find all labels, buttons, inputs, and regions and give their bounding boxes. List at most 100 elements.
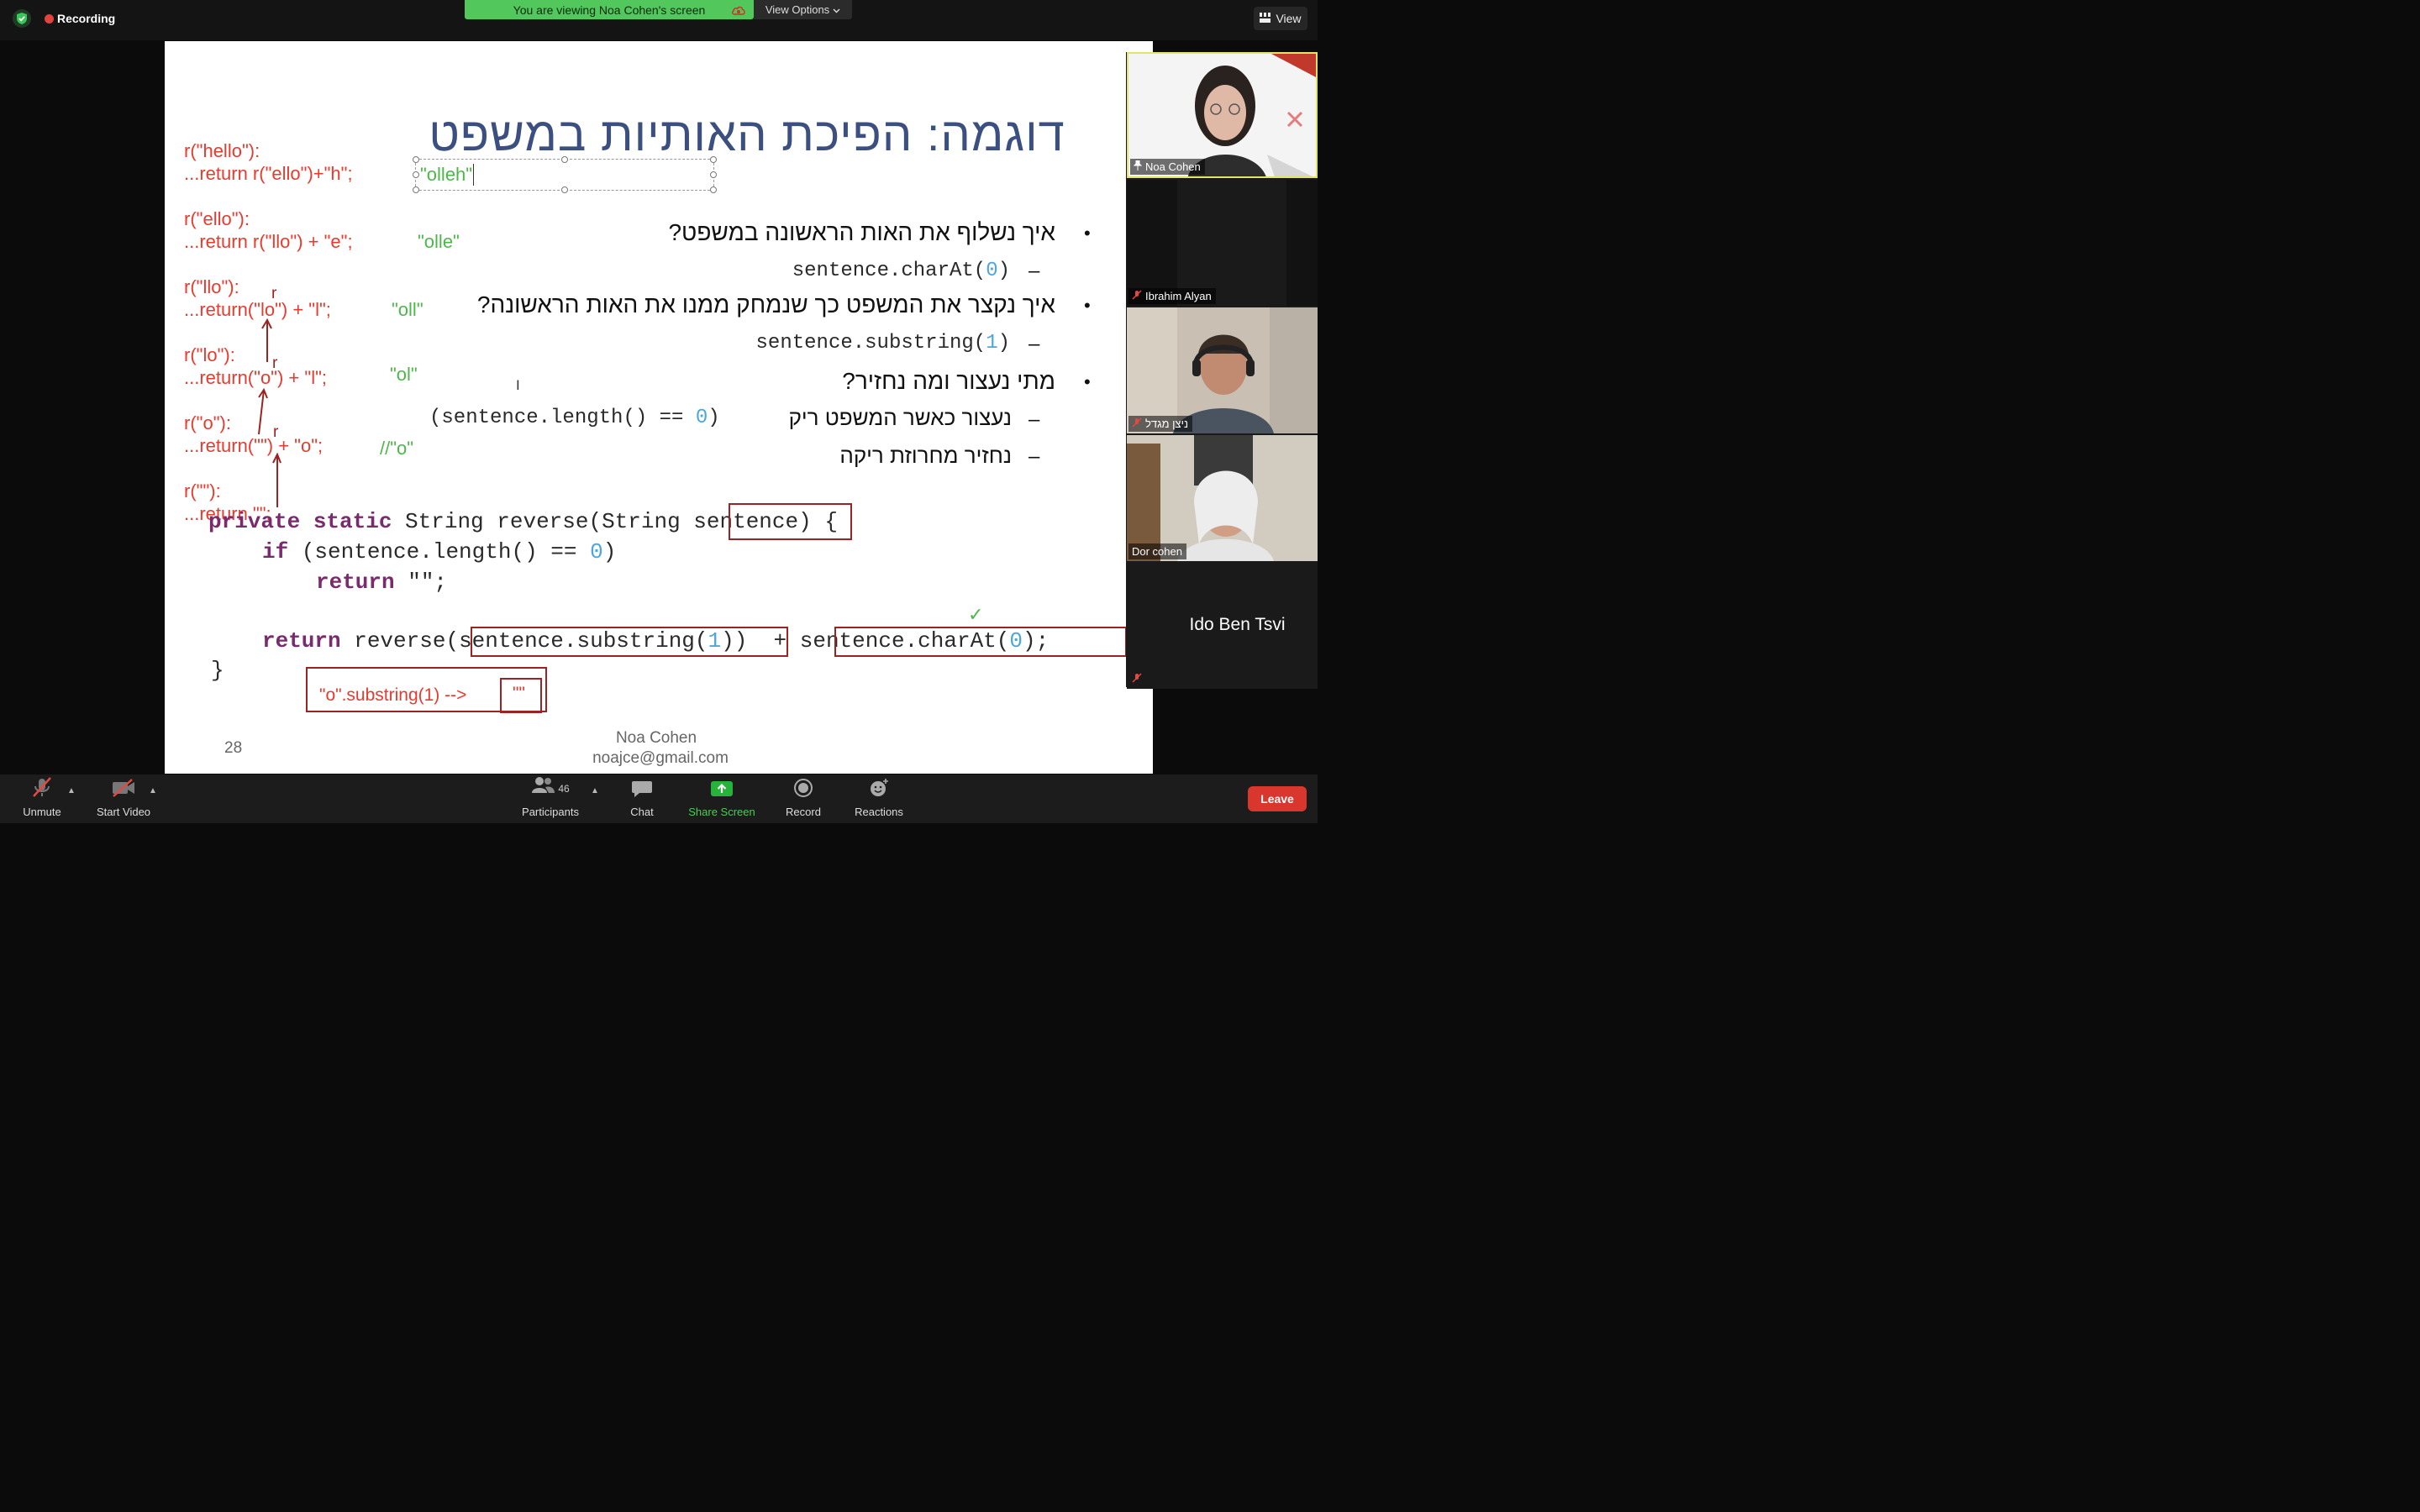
participant-name-tag: Ibrahim Alyan — [1128, 288, 1216, 304]
participants-icon-group: 46 — [531, 776, 570, 801]
code-text: ) — [602, 539, 617, 564]
participants-label: Participants — [522, 806, 579, 818]
recording-label: Recording — [57, 12, 116, 25]
participant-video — [1127, 180, 1318, 306]
reactions-button[interactable]: Reactions — [850, 774, 908, 823]
participant-video — [1127, 307, 1318, 433]
share-screen-icon — [710, 780, 734, 806]
pin-icon — [1133, 160, 1143, 173]
share-screen-label: Share Screen — [688, 806, 755, 818]
answer-return-empty: נחזיר מחרוזת ריקה — [839, 443, 1012, 468]
bullet-dash: – — [1028, 333, 1040, 355]
recording-dot-icon — [45, 14, 54, 24]
resize-handle[interactable] — [413, 171, 419, 178]
answer-substring-text: sentence.substring(1) — [756, 332, 1010, 354]
answer-length-check: (sentence.length() == 0) — [429, 407, 720, 429]
highlight-box-charat — [834, 627, 1127, 657]
security-shield-icon[interactable] — [13, 9, 31, 28]
video-tile[interactable]: Ido Ben Tsvi — [1127, 563, 1318, 689]
participants-button[interactable]: 46 Participants — [516, 774, 585, 823]
trace-call-2: r("ello"): — [184, 208, 250, 229]
participant-name-tag: ניצן מגדל — [1128, 416, 1193, 432]
annotation-arrows — [258, 318, 281, 507]
chat-label: Chat — [630, 806, 654, 818]
trace-result-1[interactable]: "olleh" — [420, 164, 475, 186]
meeting-toolbar: Unmute ▲ Start Video ▲ 46 Participants ▲… — [0, 774, 1318, 823]
trace-return-1: ...return r("ello")+"h"; — [184, 163, 353, 184]
audio-options-caret-icon[interactable]: ▲ — [67, 786, 76, 795]
participants-options-caret-icon[interactable]: ▲ — [591, 786, 599, 795]
participant-name: Dor cohen — [1132, 545, 1182, 558]
check-mark-icon: ✓ — [968, 604, 984, 625]
slide-page-number: 28 — [224, 739, 243, 757]
view-button-label: View — [1276, 12, 1302, 25]
video-tile[interactable]: ניצן מגדל — [1127, 307, 1318, 433]
participant-name: Ibrahim Alyan — [1145, 290, 1212, 302]
start-video-label: Start Video — [96, 806, 151, 818]
start-video-button[interactable]: Start Video — [91, 774, 156, 823]
top-bar: Recording You are viewing Noa Cohen's sc… — [0, 0, 1318, 40]
record-label: Record — [786, 806, 821, 818]
answer-charat-text: sentence.charAt(0) — [792, 260, 1010, 282]
participant-name-tag: Dor cohen — [1128, 543, 1186, 559]
resize-handle[interactable] — [710, 156, 717, 163]
leave-button[interactable]: Leave — [1248, 786, 1307, 811]
trace-call-1: r("hello"): — [184, 140, 260, 161]
video-options-caret-icon[interactable]: ▲ — [149, 786, 157, 795]
code-number: 0 — [695, 407, 708, 429]
code-line-3: return ""; — [316, 570, 447, 595]
code-number: 0 — [986, 260, 998, 282]
trace-result-3: "oll" — [392, 299, 424, 320]
participant-name: Noa Cohen — [1145, 160, 1201, 173]
mic-muted-icon — [31, 776, 53, 806]
slide-title: דוגמה: הפיכת האותיות במשפט — [429, 108, 1065, 160]
trace-return-2: ...return r("llo") + "e"; — [184, 231, 353, 252]
code-text: sentence.charAt( — [792, 260, 986, 282]
trace-call-4: r("lo"): — [184, 344, 235, 365]
video-tile[interactable]: Ibrahim Alyan — [1127, 180, 1318, 306]
slide-footer-name: Noa Cohen — [615, 729, 697, 747]
participant-name-tag — [1128, 671, 1146, 687]
resize-handle[interactable] — [710, 171, 717, 178]
bullet-dot: • — [1084, 371, 1091, 392]
mic-muted-icon — [1132, 417, 1142, 430]
chat-icon — [631, 780, 653, 806]
code-text: ) — [997, 332, 1010, 354]
highlight-box-param — [729, 503, 852, 540]
view-button[interactable]: View — [1254, 7, 1307, 30]
note-box-result: "" — [513, 684, 525, 703]
resize-handle[interactable] — [413, 156, 419, 163]
code-text: ) — [708, 407, 720, 429]
answer-charat: sentence.charAt(0) — [792, 260, 1010, 282]
share-screen-button[interactable]: Share Screen — [685, 774, 759, 823]
resize-handle[interactable] — [561, 186, 568, 193]
code-number: 0 — [590, 539, 603, 564]
bullet-question-1: איך נשלוף את האות הראשונה במשפט? — [668, 219, 1055, 245]
note-box-text: "o".substring(1) --> — [319, 685, 467, 705]
video-tile[interactable]: Dor cohen — [1127, 435, 1318, 561]
bullet-question-2: איך נקצר את המשפט כך שנמחק ממנו את האות … — [476, 291, 1055, 318]
record-button[interactable]: Record — [780, 774, 827, 823]
code-number: 1 — [986, 332, 998, 354]
viewing-banner-text: You are viewing Noa Cohen's screen — [513, 3, 706, 17]
code-keyword: if — [262, 539, 289, 564]
video-tile-active-speaker[interactable]: Noa Cohen — [1127, 52, 1318, 178]
mic-muted-icon — [1132, 673, 1142, 685]
resize-handle[interactable] — [710, 186, 717, 193]
chat-button[interactable]: Chat — [623, 774, 660, 823]
code-line-2: if (sentence.length() == 0) — [262, 539, 616, 564]
resize-handle[interactable] — [413, 186, 419, 193]
code-text: (sentence.length() == — [288, 539, 591, 564]
trace-call-6: r(""): — [184, 480, 221, 501]
reactions-label: Reactions — [855, 806, 903, 818]
chevron-down-icon — [833, 3, 840, 16]
record-icon — [793, 778, 813, 806]
slide-footer-email: noajce@gmail.com — [592, 749, 729, 767]
bullet-dash: – — [1028, 260, 1040, 282]
video-gallery-panel: Noa Cohen Ibrahim Alyan ניצן מגדל Dor co… — [1126, 52, 1318, 689]
view-options-button[interactable]: View Options — [754, 0, 852, 19]
code-text: reverse( — [340, 628, 460, 654]
camera-off-icon — [111, 778, 136, 806]
unmute-button[interactable]: Unmute — [15, 774, 69, 823]
resize-handle[interactable] — [561, 156, 568, 163]
